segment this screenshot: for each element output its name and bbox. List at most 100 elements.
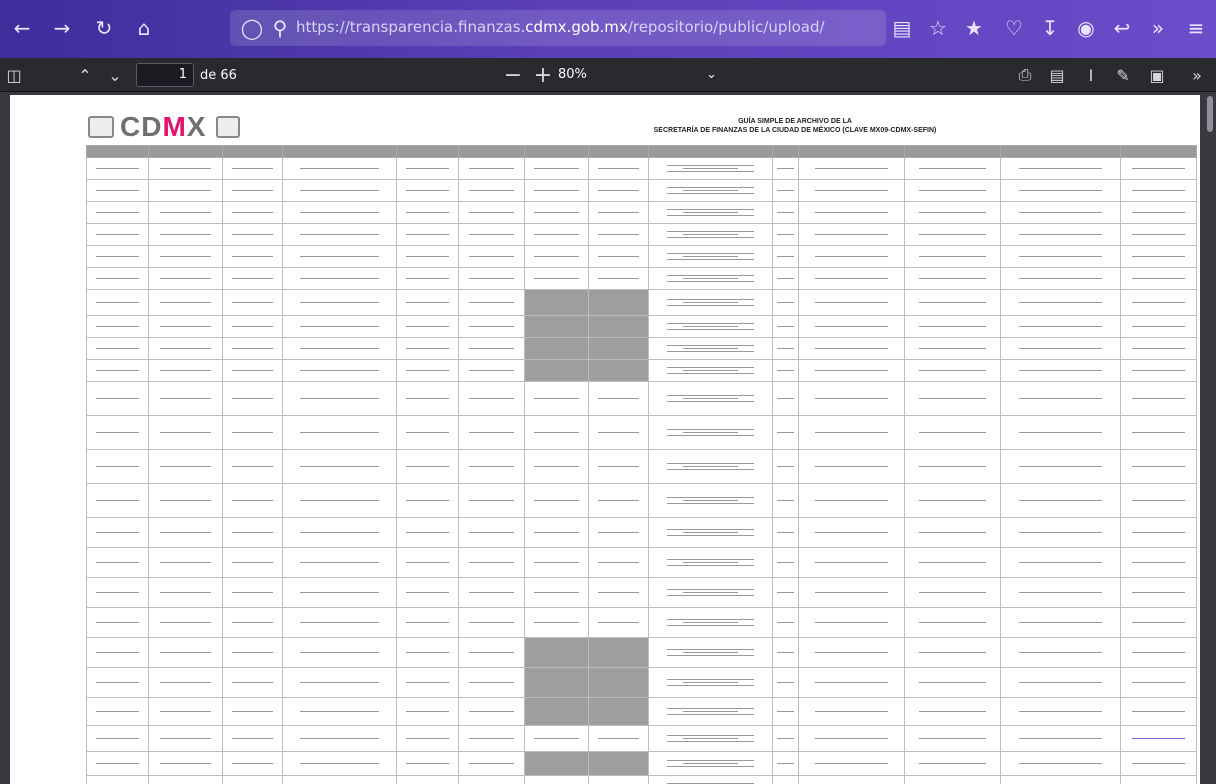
- table-cell: [396, 667, 459, 698]
- address-bar[interactable]: ◯ ⚲ https://transparencia.finanzas.cdmx.…: [230, 10, 886, 46]
- table-cell: [1000, 637, 1121, 668]
- star-bookmark-icon[interactable]: ☆: [924, 14, 952, 42]
- table-cell: [904, 179, 1001, 202]
- table-cell: [282, 381, 397, 416]
- table-cell: [798, 179, 905, 202]
- table-cell: [1000, 267, 1121, 290]
- table-cell: [148, 725, 223, 752]
- overflow-chevron-icon[interactable]: »: [1144, 14, 1172, 42]
- reader-view-icon[interactable]: ▤: [888, 14, 916, 42]
- title-line-1: GUÍA SIMPLE DE ARCHIVO DE LA: [738, 118, 852, 125]
- previous-page-icon[interactable]: ⌃: [74, 63, 96, 87]
- text-cursor-icon[interactable]: I: [1080, 63, 1102, 87]
- archive-guide-table: [86, 145, 1197, 784]
- table-cell: [148, 517, 223, 548]
- table-row: [86, 381, 1197, 416]
- table-cell: [524, 415, 589, 450]
- table-row: [86, 667, 1197, 698]
- table-cell: [524, 547, 589, 578]
- table-cell: [148, 547, 223, 578]
- table-cell: [1000, 201, 1121, 224]
- table-cell: [648, 637, 773, 668]
- table-cell: [148, 289, 223, 316]
- lock-icon[interactable]: ⚲: [266, 14, 294, 42]
- table-cell: [222, 697, 283, 726]
- table-cell: [798, 267, 905, 290]
- forward-arrow-icon[interactable]: →: [48, 14, 76, 42]
- zoom-in-icon[interactable]: +: [532, 63, 554, 88]
- table-cell: [396, 449, 459, 484]
- home-icon[interactable]: ⌂: [130, 14, 158, 42]
- sidebar-toggle-icon[interactable]: ◫: [4, 63, 24, 87]
- table-cell: [798, 607, 905, 638]
- table-cell: [798, 415, 905, 450]
- table-cell: [148, 223, 223, 246]
- table-cell: [1000, 289, 1121, 316]
- table-row: [86, 245, 1197, 268]
- table-cell: [524, 245, 589, 268]
- table-cell: [772, 315, 799, 338]
- account-icon[interactable]: ◉: [1072, 14, 1100, 42]
- next-page-icon[interactable]: ⌄: [104, 63, 126, 87]
- draw-pencil-icon[interactable]: ✎: [1112, 63, 1134, 87]
- pdf-viewer[interactable]: CDMX GUÍA SIMPLE DE ARCHIVO DE LA SECRET…: [0, 92, 1216, 784]
- table-cell: [648, 547, 773, 578]
- table-cell: [588, 415, 649, 450]
- page-number-input[interactable]: 1: [136, 63, 194, 87]
- image-icon[interactable]: ▣: [1146, 63, 1168, 87]
- more-tools-icon[interactable]: »: [1186, 63, 1208, 87]
- zoom-out-icon[interactable]: −: [502, 63, 524, 88]
- scroll-thumb[interactable]: [1207, 96, 1213, 132]
- table-cell: [588, 483, 649, 518]
- table-cell: [148, 637, 223, 668]
- table-cell: [396, 577, 459, 608]
- table-cell: [648, 289, 773, 316]
- table-cell: [1000, 775, 1121, 784]
- table-cell: [648, 337, 773, 360]
- table-cell: [588, 223, 649, 246]
- url-text[interactable]: https://transparencia.finanzas.cdmx.gob.…: [296, 18, 825, 36]
- table-cell: [904, 337, 1001, 360]
- extensions-icon[interactable]: ★: [960, 14, 988, 42]
- pocket-icon[interactable]: ♡: [1000, 14, 1028, 42]
- table-cell: [772, 289, 799, 316]
- table-cell: [772, 179, 799, 202]
- table-cell: [396, 517, 459, 548]
- table-cell: [86, 577, 149, 608]
- table-row: [86, 577, 1197, 608]
- table-cell: [86, 245, 149, 268]
- zoom-value: 80%: [558, 67, 587, 82]
- save-icon[interactable]: ▤: [1046, 63, 1068, 87]
- table-cell: [222, 179, 283, 202]
- table-cell: [222, 381, 283, 416]
- table-cell: [458, 607, 525, 638]
- table-cell: [222, 415, 283, 450]
- table-cell: [1120, 547, 1197, 578]
- vertical-scrollbar[interactable]: [1204, 92, 1216, 784]
- table-cell: [458, 315, 525, 338]
- reload-icon[interactable]: ↻: [90, 14, 118, 42]
- table-row: [86, 157, 1197, 180]
- table-cell: [458, 547, 525, 578]
- table-cell: [86, 289, 149, 316]
- table-cell: [282, 337, 397, 360]
- table-cell: [458, 577, 525, 608]
- table-row: [86, 267, 1197, 290]
- share-icon[interactable]: ↩: [1108, 14, 1136, 42]
- zoom-select[interactable]: 80% ⌄: [558, 63, 728, 87]
- print-icon[interactable]: ⎙: [1014, 63, 1036, 87]
- table-cell: [798, 547, 905, 578]
- table-cell: [1120, 483, 1197, 518]
- document-title: GUÍA SIMPLE DE ARCHIVO DE LA SECRETARÍA …: [570, 117, 1020, 135]
- table-cell: [1120, 245, 1197, 268]
- shield-icon[interactable]: ◯: [238, 14, 266, 42]
- table-row: [86, 289, 1197, 316]
- table-cell: [524, 449, 589, 484]
- table-cell: [396, 201, 459, 224]
- table-cell: [1120, 289, 1197, 316]
- back-arrow-icon[interactable]: ←: [8, 14, 36, 42]
- menu-icon[interactable]: ≡: [1182, 14, 1210, 42]
- table-cell: [648, 725, 773, 752]
- table-cell: [1000, 337, 1121, 360]
- download-icon[interactable]: ↧: [1036, 14, 1064, 42]
